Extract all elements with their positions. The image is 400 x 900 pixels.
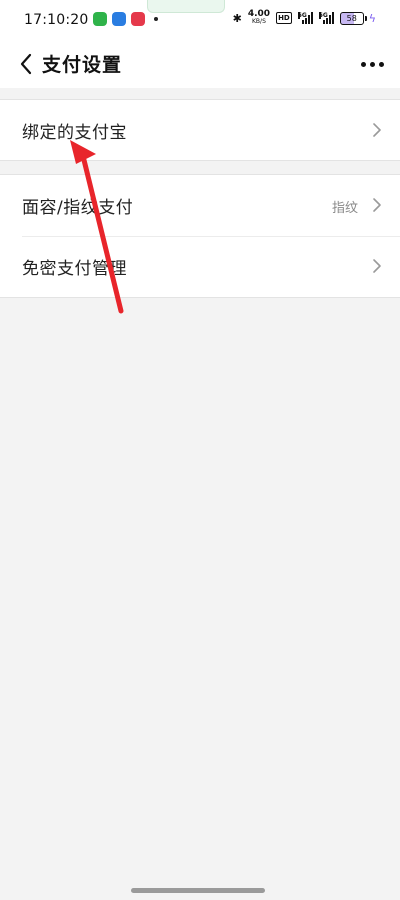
- app-notification-icon: [112, 12, 126, 26]
- battery-icon: 58 ϟ: [339, 11, 376, 25]
- row-value: 指纹: [331, 201, 358, 216]
- back-button[interactable]: [10, 48, 42, 80]
- row-password-free-pay[interactable]: 免密支付管理: [0, 236, 400, 297]
- home-gesture-bar[interactable]: [131, 888, 265, 893]
- row-bound-alipay[interactable]: 绑定的支付宝: [0, 100, 400, 161]
- chevron-right-icon: [373, 198, 381, 212]
- row-face-fingerprint-pay[interactable]: 面容/指纹支付 指纹: [0, 175, 400, 236]
- app-notification-icon: [131, 12, 145, 26]
- charging-bolt-icon: ϟ: [368, 11, 376, 25]
- more-button[interactable]: [356, 48, 388, 80]
- row-label: 绑定的支付宝: [22, 123, 127, 143]
- app-notification-icon: [93, 12, 107, 26]
- battery-level: 58: [339, 11, 364, 25]
- notification-icons: [93, 12, 158, 26]
- page-title: 支付设置: [42, 54, 123, 76]
- signal-icon: 5G: [318, 12, 334, 24]
- chevron-right-icon: [373, 123, 381, 137]
- settings-group-payment: 面容/指纹支付 指纹 免密支付管理: [0, 174, 400, 298]
- status-bar: 17:10:20 ✱ 4.00 KB/S HD 5G 5G 58 ϟ: [0, 0, 400, 40]
- chevron-right-icon: [373, 259, 381, 273]
- chevron-left-icon: [20, 53, 32, 75]
- bluetooth-icon: ✱: [232, 11, 242, 25]
- more-notifications-dot-icon: [154, 17, 158, 21]
- status-time: 17:10:20: [24, 12, 89, 28]
- row-label: 面容/指纹支付: [22, 198, 134, 218]
- more-horizontal-icon: [360, 61, 366, 67]
- notification-pill: [147, 0, 225, 13]
- network-speed: 4.00 KB/S: [247, 9, 271, 26]
- signal-icon: 5G: [297, 12, 313, 24]
- row-label: 免密支付管理: [22, 259, 127, 279]
- settings-group-alipay: 绑定的支付宝: [0, 99, 400, 161]
- status-indicators: ✱ 4.00 KB/S HD 5G 5G 58 ϟ: [233, 10, 376, 26]
- hd-badge: HD: [276, 12, 292, 24]
- nav-bar: 支付设置: [0, 40, 400, 88]
